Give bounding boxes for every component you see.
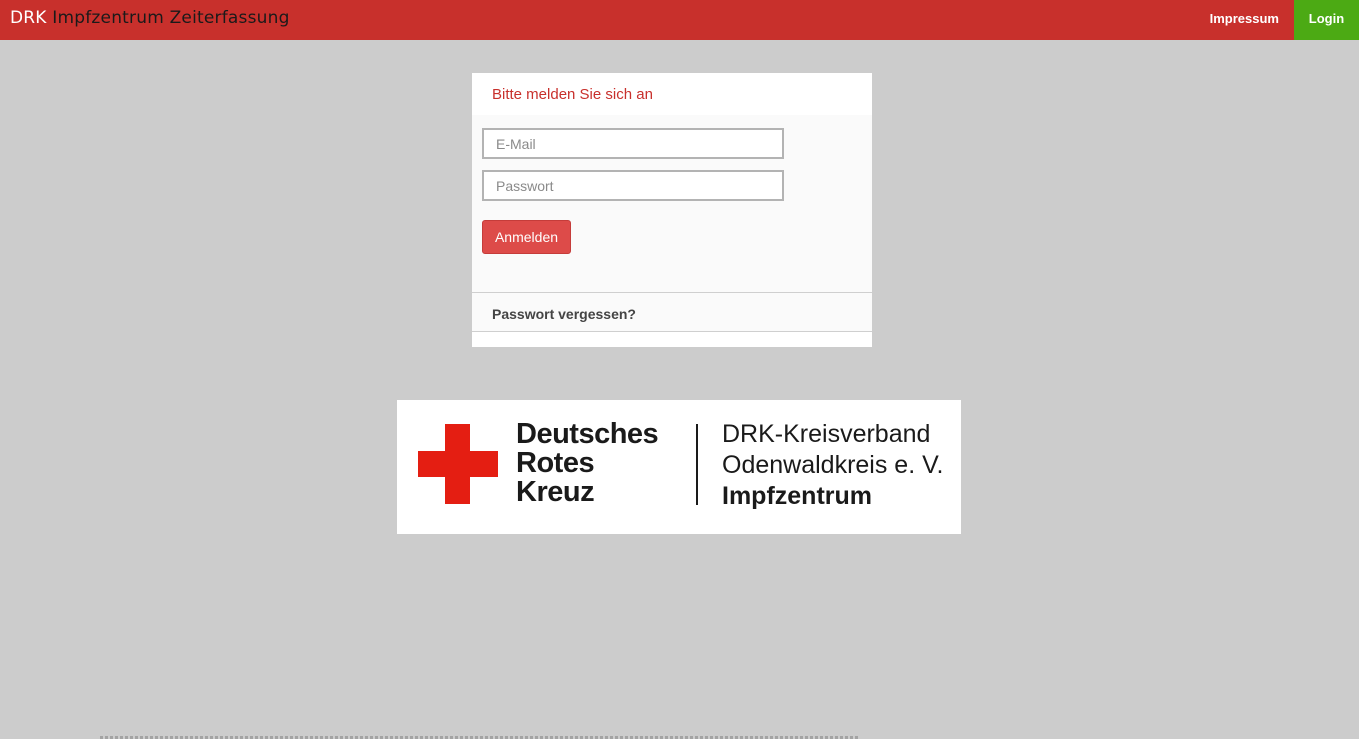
- brand-title: Impfzentrum Zeiterfassung: [52, 8, 290, 28]
- brand-prefix: DRK: [10, 8, 47, 28]
- logo-org-line-2: Odenwaldkreis e. V.: [722, 451, 944, 479]
- logo-name-line-2: Rotes: [516, 447, 595, 479]
- logo-org-line-3: Impfzentrum: [722, 482, 872, 510]
- logo-name-line-3: Kreuz: [516, 476, 595, 508]
- email-field[interactable]: [482, 128, 784, 159]
- logo-divider: [696, 424, 698, 505]
- password-field[interactable]: [482, 170, 784, 201]
- login-panel: Bitte melden Sie sich an Anmelden Passwo…: [472, 73, 872, 347]
- logo-organization-name: Deutsches Rotes Kreuz: [516, 418, 659, 508]
- panel-footer-space: [472, 332, 872, 347]
- submit-login-button[interactable]: Anmelden: [482, 220, 571, 254]
- forgot-password-link[interactable]: Passwort vergessen?: [472, 292, 872, 332]
- logo-branch-name: DRK-Kreisverband Odenwaldkreis e. V. Imp…: [722, 419, 943, 512]
- top-navbar: DRK Impfzentrum Zeiterfassung Impressum …: [0, 0, 1359, 40]
- logo-org-line-1: DRK-Kreisverband: [722, 420, 931, 448]
- logo-name-line-1: Deutsches: [516, 418, 659, 450]
- impressum-link[interactable]: Impressum: [1210, 0, 1279, 40]
- app-brand[interactable]: DRK Impfzentrum Zeiterfassung: [10, 8, 290, 28]
- login-nav-button[interactable]: Login: [1294, 0, 1359, 40]
- login-panel-heading: Bitte melden Sie sich an: [472, 73, 872, 115]
- red-cross-icon-bar: [418, 451, 498, 477]
